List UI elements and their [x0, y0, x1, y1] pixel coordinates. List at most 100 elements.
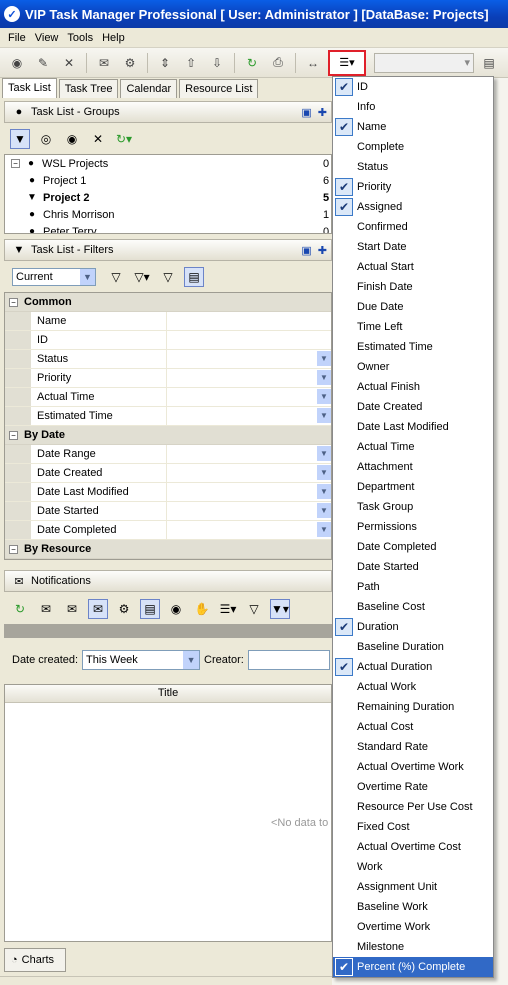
filter-row-date-last-modified[interactable]: Date Last Modified ▼: [5, 483, 331, 502]
filter-icon[interactable]: ▽: [244, 599, 264, 619]
filter-row-actual-time[interactable]: Actual Time ▼: [5, 388, 331, 407]
collapse-icon[interactable]: −: [9, 544, 18, 554]
menu-item-owner[interactable]: ✔Owner: [333, 357, 493, 377]
column-header-title[interactable]: Title: [5, 685, 331, 703]
menu-item-assignment-unit[interactable]: ✔Assignment Unit: [333, 877, 493, 897]
chevron-down-icon[interactable]: ▼: [183, 651, 200, 669]
tree-item[interactable]: ● Peter Terry 0: [5, 223, 331, 234]
filter-select[interactable]: Current ▼: [12, 268, 96, 286]
filter-icon[interactable]: ▽: [106, 267, 126, 287]
hand-icon[interactable]: ✋: [192, 599, 212, 619]
menu-item-confirmed[interactable]: ✔Confirmed: [333, 217, 493, 237]
open-icon[interactable]: ✉: [93, 52, 115, 74]
filter-row-date-started[interactable]: Date Started ▼: [5, 502, 331, 521]
tab-task-tree[interactable]: Task Tree: [58, 79, 119, 98]
menu-item-work[interactable]: ✔Work: [333, 857, 493, 877]
chevron-down-icon[interactable]: ▼: [317, 370, 331, 385]
inbox-icon[interactable]: ✉: [88, 599, 108, 619]
chevron-down-icon[interactable]: ▼: [317, 446, 331, 461]
move-down-icon[interactable]: ⇩: [206, 52, 228, 74]
menu-item-milestone[interactable]: ✔Milestone: [333, 937, 493, 957]
filter-row-name[interactable]: Name: [5, 312, 331, 331]
filter-row-id[interactable]: ID: [5, 331, 331, 350]
menu-item-actual-work[interactable]: ✔Actual Work: [333, 677, 493, 697]
menu-item-overtime-rate[interactable]: ✔Overtime Rate: [333, 777, 493, 797]
maximize-icon[interactable]: ▣: [301, 106, 311, 119]
menu-item-status[interactable]: ✔Status: [333, 157, 493, 177]
settings-icon[interactable]: ⚙: [114, 599, 134, 619]
filter-active-icon[interactable]: ▼▾: [270, 599, 290, 619]
tab-calendar[interactable]: Calendar: [120, 79, 178, 98]
options-icon[interactable]: ▤: [478, 52, 500, 74]
columns-icon[interactable]: ☰▾: [218, 599, 238, 619]
refresh-icon[interactable]: ↻▾: [114, 129, 134, 149]
menu-help[interactable]: Help: [102, 32, 125, 44]
pin-icon[interactable]: ✚: [318, 106, 327, 119]
menu-item-overtime-work[interactable]: ✔Overtime Work: [333, 917, 493, 937]
menu-item-start-date[interactable]: ✔Start Date: [333, 237, 493, 257]
move-updown-icon[interactable]: ⇕: [154, 52, 176, 74]
unread-icon[interactable]: ✉: [62, 599, 82, 619]
menu-item-task-group[interactable]: ✔Task Group: [333, 497, 493, 517]
filter-row-date-created[interactable]: Date Created ▼: [5, 464, 331, 483]
properties-icon[interactable]: ⚙: [119, 52, 141, 74]
chevron-down-icon[interactable]: ▼: [317, 484, 331, 499]
collapse-icon[interactable]: −: [9, 430, 18, 440]
filter-add-icon[interactable]: ▽▾: [132, 267, 152, 287]
menu-item-baseline-work[interactable]: ✔Baseline Work: [333, 897, 493, 917]
menu-item-remaining-duration[interactable]: ✔Remaining Duration: [333, 697, 493, 717]
print-icon[interactable]: ⎙: [267, 52, 289, 74]
category-by-resource[interactable]: − By Resource: [5, 540, 331, 559]
view-icon[interactable]: ◉: [166, 599, 186, 619]
menu-item-permissions[interactable]: ✔Permissions: [333, 517, 493, 537]
chevron-down-icon[interactable]: ▼: [317, 522, 331, 537]
menu-item-date-created[interactable]: ✔Date Created: [333, 397, 493, 417]
collapse-icon[interactable]: −: [9, 297, 18, 307]
collapse-icon[interactable]: −: [11, 159, 20, 168]
chevron-down-icon[interactable]: ▼: [317, 351, 331, 366]
menu-item-actual-time[interactable]: ✔Actual Time: [333, 437, 493, 457]
category-common[interactable]: − Common: [5, 293, 331, 312]
tree-item[interactable]: ● Project 1 6: [5, 172, 331, 189]
chevron-down-icon[interactable]: ▼: [317, 503, 331, 518]
menu-item-date-started[interactable]: ✔Date Started: [333, 557, 493, 577]
pin-icon[interactable]: ✚: [318, 244, 327, 257]
menu-item-info[interactable]: ✔Info: [333, 97, 493, 117]
menu-item-priority[interactable]: ✔ Priority: [333, 177, 493, 197]
filter-row-status[interactable]: Status ▼: [5, 350, 331, 369]
maximize-icon[interactable]: ▣: [301, 244, 311, 257]
filter-row-priority[interactable]: Priority ▼: [5, 369, 331, 388]
menu-item-actual-start[interactable]: ✔Actual Start: [333, 257, 493, 277]
menu-item-baseline-duration[interactable]: ✔Baseline Duration: [333, 637, 493, 657]
tree-item[interactable]: ▼ Project 2 5: [5, 189, 331, 206]
menu-item-estimated-time[interactable]: ✔Estimated Time: [333, 337, 493, 357]
refresh-icon[interactable]: ↻: [10, 599, 30, 619]
delete-task-icon[interactable]: ✕: [58, 52, 80, 74]
add-group-icon[interactable]: ◎: [36, 129, 56, 149]
tab-resource-list[interactable]: Resource List: [179, 79, 259, 98]
menu-item-actual-overtime-cost[interactable]: ✔Actual Overtime Cost: [333, 837, 493, 857]
menu-item-department[interactable]: ✔Department: [333, 477, 493, 497]
move-up-icon[interactable]: ⇧: [180, 52, 202, 74]
menu-item-fixed-cost[interactable]: ✔Fixed Cost: [333, 817, 493, 837]
menu-item-duration[interactable]: ✔ Duration: [333, 617, 493, 637]
fit-width-icon[interactable]: ↔: [302, 52, 324, 74]
chevron-down-icon[interactable]: ▼: [317, 389, 331, 404]
menu-item-actual-duration[interactable]: ✔ Actual Duration: [333, 657, 493, 677]
menu-item-finish-date[interactable]: ✔Finish Date: [333, 277, 493, 297]
view-combo[interactable]: [374, 52, 474, 73]
filter-icon[interactable]: ▼: [10, 129, 30, 149]
columns-menu-button[interactable]: ☰▾: [328, 49, 366, 76]
read-icon[interactable]: ✉: [36, 599, 56, 619]
edit-group-icon[interactable]: ◉: [62, 129, 82, 149]
filter-row-date-completed[interactable]: Date Completed ▼: [5, 521, 331, 540]
filter-clear-icon[interactable]: ▽: [158, 267, 178, 287]
menu-item-due-date[interactable]: ✔Due Date: [333, 297, 493, 317]
menu-item-assigned[interactable]: ✔ Assigned: [333, 197, 493, 217]
category-by-date[interactable]: − By Date: [5, 426, 331, 445]
menu-item-complete[interactable]: ✔Complete: [333, 137, 493, 157]
filter-options-icon[interactable]: ▤: [184, 267, 204, 287]
tree-item[interactable]: − ● WSL Projects 0: [5, 155, 331, 172]
menu-file[interactable]: File: [8, 32, 26, 44]
date-created-select[interactable]: This Week ▼: [82, 650, 201, 670]
